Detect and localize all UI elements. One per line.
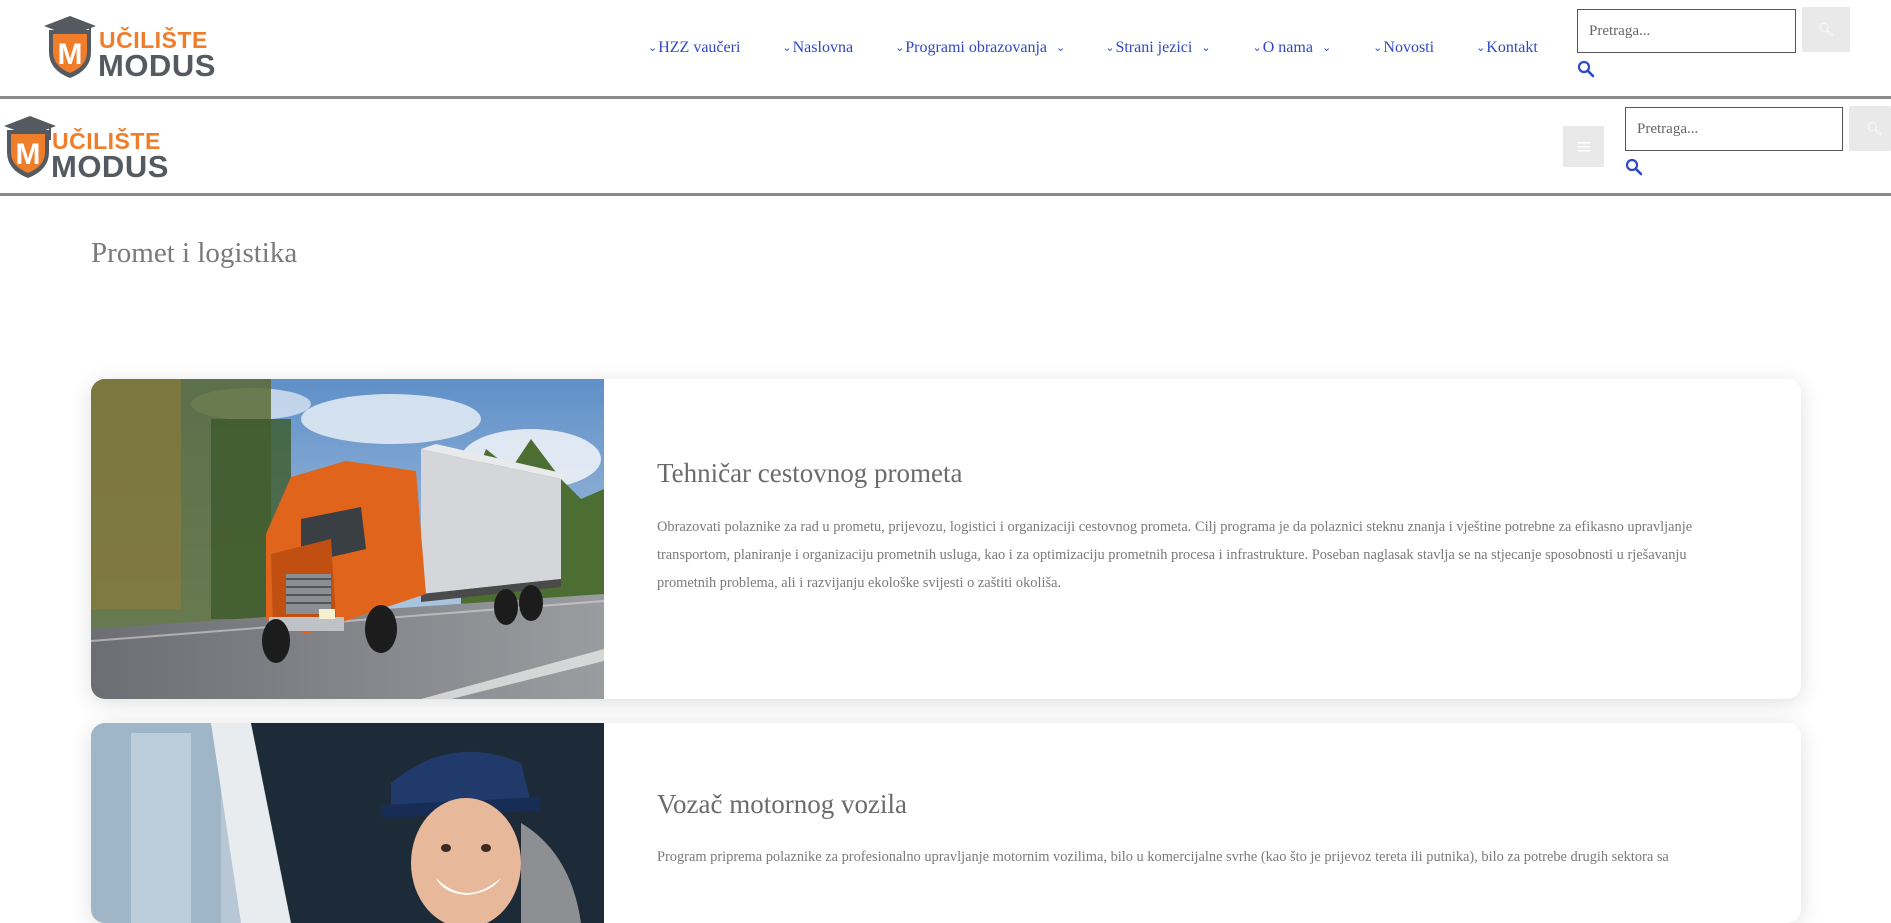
- submenu-chevron-icon: ⌄: [1321, 41, 1332, 54]
- nav-item-programi-obrazovanja[interactable]: ⌄ Programi obrazovanja ⌄: [895, 39, 1065, 57]
- program-description: Obrazovati polaznike za rad u prometu, p…: [657, 519, 1693, 591]
- search-input[interactable]: Pretraga...: [1577, 9, 1796, 53]
- hamburger-icon: [1577, 141, 1590, 152]
- search-icon: 🔍︎: [1866, 120, 1883, 136]
- logo-text-bottom: MODUS: [51, 149, 169, 184]
- submenu-chevron-icon: ⌄: [1201, 41, 1211, 54]
- truck-image: [91, 379, 604, 699]
- logo-text-bottom: MODUS: [98, 48, 216, 83]
- program-card[interactable]: Vozač motornog vozila Program priprema p…: [91, 723, 1801, 923]
- chevron-down-icon: ⌄: [1476, 41, 1486, 54]
- logo-shield-icon: M: [44, 16, 96, 78]
- magnifier-icon[interactable]: [1577, 60, 1595, 78]
- mobile-header: [0, 99, 1891, 196]
- search-button[interactable]: 🔍︎: [1802, 7, 1850, 52]
- svg-text:M: M: [58, 38, 83, 71]
- mobile-site-logo[interactable]: M UČILIŠTE MODUS: [0, 114, 170, 184]
- chevron-down-icon: ⌄: [1373, 41, 1383, 54]
- nav-item-novosti[interactable]: ⌄ Novosti: [1373, 39, 1434, 57]
- program-title[interactable]: Vozač motornog vozila: [657, 789, 907, 820]
- site-logo[interactable]: M UČILIŠTE MODUS: [40, 14, 216, 83]
- driver-image: [91, 723, 604, 923]
- chevron-down-icon: ⌄: [1252, 41, 1262, 54]
- chevron-down-icon: ⌄: [648, 41, 658, 54]
- page-title: Promet i logistika: [91, 237, 298, 269]
- chevron-down-icon: ⌄: [782, 41, 792, 54]
- program-title[interactable]: Tehničar cestovnog prometa: [657, 458, 963, 489]
- chevron-down-icon: ⌄: [1105, 41, 1115, 54]
- program-card[interactable]: Tehničar cestovnog prometa Obrazovati po…: [91, 379, 1801, 699]
- mobile-search-input[interactable]: Pretraga...: [1625, 107, 1843, 151]
- main-header: M UČILIŠTE MODUS ⌄ HZZ vaučeri ⌄ Naslovn…: [0, 0, 1891, 99]
- nav-item-o-nama[interactable]: ⌄ O nama ⌄: [1253, 39, 1332, 57]
- hamburger-menu-button[interactable]: [1563, 126, 1604, 167]
- program-description: Program priprema polaznike za profesiona…: [657, 849, 1669, 865]
- nav-item-strani-jezici[interactable]: ⌄ Strani jezici ⌄: [1105, 39, 1210, 57]
- magnifier-icon[interactable]: [1625, 158, 1643, 176]
- submenu-chevron-icon: ⌄: [1056, 41, 1066, 54]
- mobile-search-button[interactable]: 🔍︎: [1849, 106, 1891, 151]
- svg-text:M: M: [16, 138, 41, 171]
- main-nav: ⌄ HZZ vaučeri ⌄ Naslovna ⌄ Programi obra…: [648, 0, 1538, 96]
- chevron-down-icon: ⌄: [895, 41, 905, 54]
- nav-item-hzz-vauceri[interactable]: ⌄ HZZ vaučeri: [648, 39, 740, 57]
- search-icon: 🔍︎: [1817, 21, 1835, 37]
- nav-item-kontakt[interactable]: ⌄ Kontakt: [1476, 39, 1538, 57]
- nav-item-naslovna[interactable]: ⌄ Naslovna: [782, 39, 853, 57]
